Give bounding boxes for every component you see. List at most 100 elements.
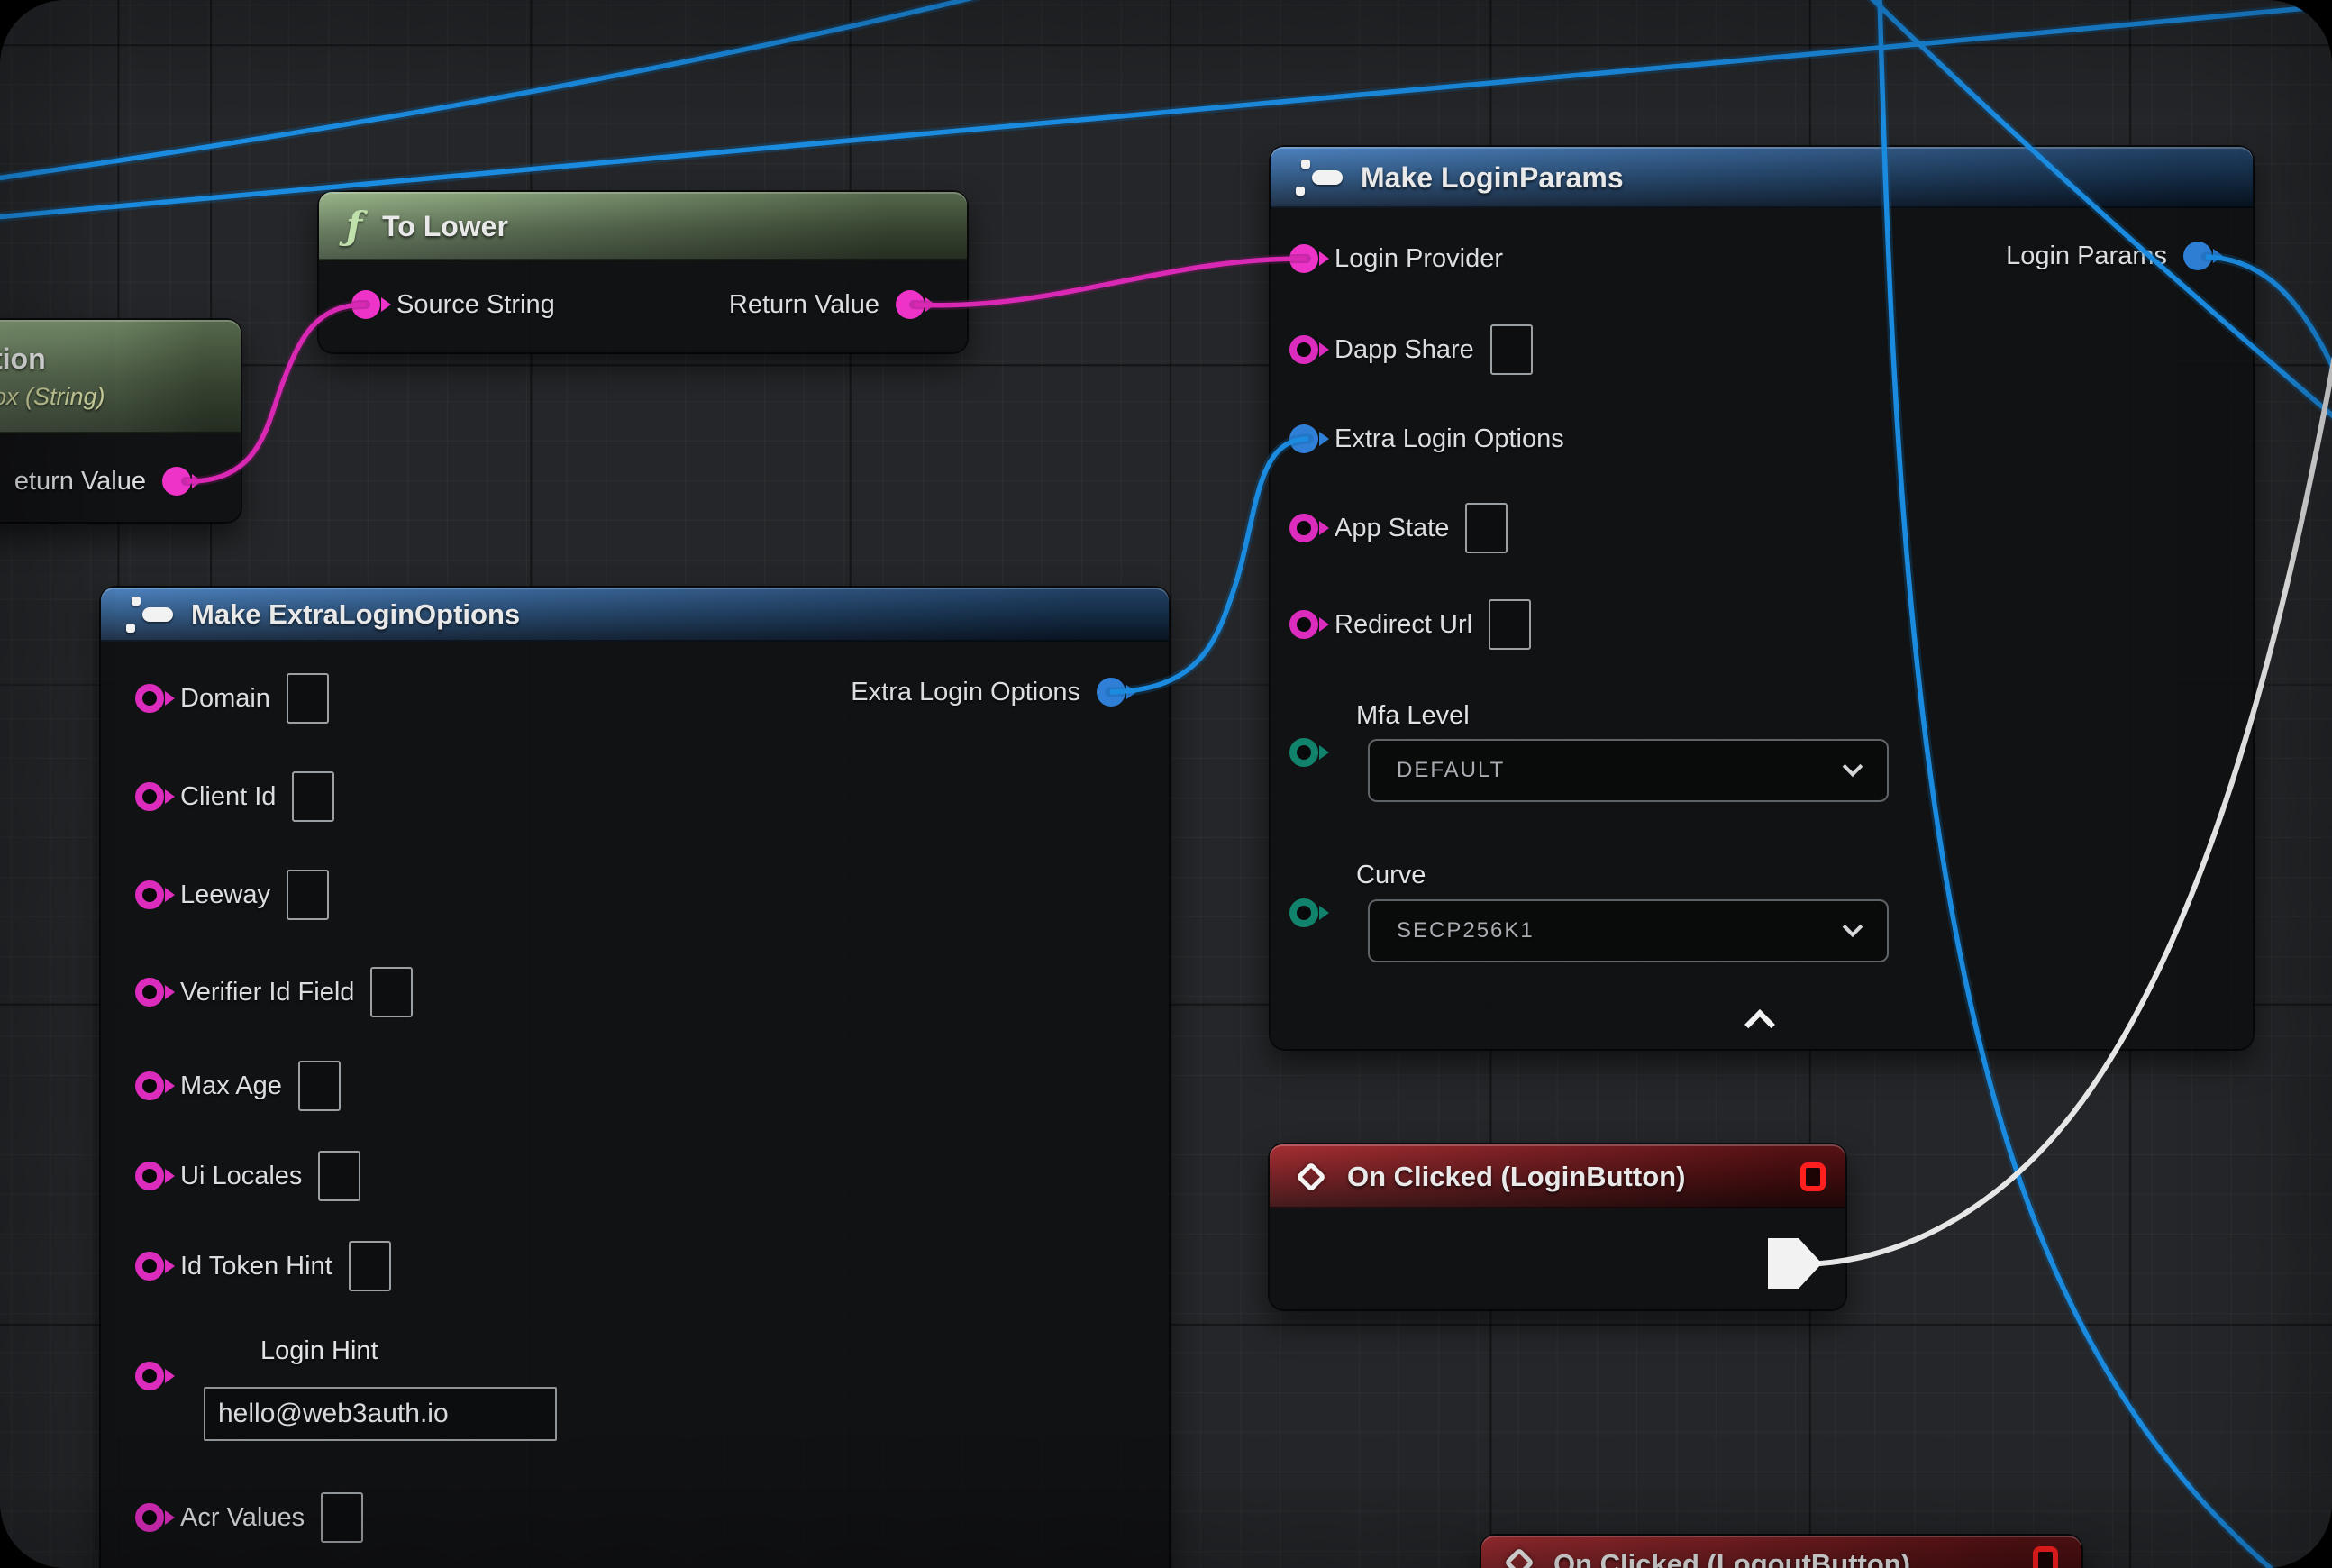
pin-row-ui-locales: Ui Locales [135, 1156, 360, 1196]
value-box-max-age[interactable] [298, 1061, 341, 1111]
value-box-leeway[interactable] [287, 870, 329, 920]
pin-label: Leeway [180, 880, 270, 910]
input-pin-leeway[interactable] [135, 880, 164, 909]
pin-label: Id Token Hint [180, 1252, 332, 1281]
node-extra-login-options-title: Make ExtraLoginOptions [191, 598, 520, 631]
node-callback-partial[interactable]: tion ox (String) eturn Value [0, 320, 241, 522]
login-hint-input[interactable] [204, 1387, 557, 1441]
input-pin-domain[interactable] [135, 684, 164, 713]
curve-dropdown[interactable]: SECP256K1 [1368, 899, 1889, 962]
node-to-lower-header[interactable]: ƒ To Lower [319, 192, 967, 260]
pin-row-app-state: App State [1289, 508, 1508, 548]
value-box-domain[interactable] [287, 673, 329, 724]
wire-blue-top-steep[interactable] [0, 0, 978, 178]
pin-row-id-token-hint: Id Token Hint [135, 1246, 391, 1286]
chevron-down-icon [1843, 756, 1863, 777]
curve-label: Curve [1356, 861, 1426, 890]
node-callback-header[interactable]: tion ox (String) [0, 320, 241, 433]
input-pin-verifier-id-field[interactable] [135, 978, 164, 1007]
pin-label: Source String [396, 290, 555, 320]
pin-row-client-id: Client Id [135, 777, 334, 816]
pin-row-extra-login-options-in: Extra Login Options [1289, 419, 1564, 459]
value-box-verifier-id-field[interactable] [370, 967, 413, 1017]
node-to-lower-title: To Lower [382, 210, 508, 243]
event-diamond-icon [1504, 1547, 1535, 1568]
blueprint-graph-canvas[interactable]: tion ox (String) eturn Value ƒ To Lower … [0, 0, 2332, 1568]
value-box-app-state[interactable] [1465, 503, 1508, 553]
pin-label: Login Params [2006, 242, 2167, 271]
pin-row-max-age: Max Age [135, 1066, 341, 1106]
pin-row-domain: Domain [135, 679, 329, 718]
input-pin-curve[interactable] [1289, 898, 1318, 927]
pin-row-redirect-url: Redirect Url [1289, 605, 1531, 644]
node-extra-login-options-header[interactable]: Make ExtraLoginOptions [101, 588, 1169, 642]
node-make-extra-login-options[interactable]: Make ExtraLoginOptions Extra Login Optio… [101, 588, 1169, 1568]
pin-row-source-string: Source String [351, 285, 555, 324]
input-pin-extra-login-options[interactable] [1289, 424, 1318, 453]
pin-label: Dapp Share [1335, 335, 1474, 365]
pin-row-return-value: Return Value [729, 285, 925, 324]
mfa-level-dropdown[interactable]: DEFAULT [1368, 739, 1889, 802]
pin-row-return-value-left: eturn Value [14, 461, 191, 501]
pin-row-verifier-id-field: Verifier Id Field [135, 972, 413, 1012]
pin-row-login-params-out: Login Params [2006, 236, 2212, 276]
input-pin-ui-locales[interactable] [135, 1162, 164, 1190]
chevron-down-icon [1843, 916, 1863, 937]
pin-label: eturn Value [14, 467, 146, 497]
make-struct-icon [124, 595, 175, 634]
pin-label: Extra Login Options [851, 678, 1080, 707]
input-pin-id-token-hint[interactable] [135, 1252, 164, 1281]
pin-label: Verifier Id Field [180, 978, 354, 1007]
node-callback-title: tion [0, 342, 46, 376]
value-box-dapp-share[interactable] [1490, 324, 1533, 375]
node-on-clicked-login-button[interactable]: On Clicked (LoginButton) [1270, 1144, 1845, 1309]
output-pin-login-params[interactable] [2183, 242, 2212, 270]
pin-label: App State [1335, 514, 1449, 543]
value-box-ui-locales[interactable] [318, 1151, 360, 1201]
input-pin-client-id[interactable] [135, 782, 164, 811]
pin-label: Redirect Url [1335, 610, 1472, 640]
input-pin-redirect-url[interactable] [1289, 610, 1318, 639]
value-box-id-token-hint[interactable] [349, 1241, 391, 1291]
input-pin-login-hint[interactable] [135, 1362, 164, 1390]
node-on-clicked-login-title: On Clicked (LoginButton) [1347, 1161, 1685, 1193]
input-pin-dapp-share[interactable] [1289, 335, 1318, 364]
pin-label: Acr Values [180, 1503, 305, 1533]
input-pin-max-age[interactable] [135, 1071, 164, 1100]
collapse-node-chevron-icon[interactable] [1744, 1009, 1775, 1040]
pin-row-acr-values: Acr Values [135, 1498, 363, 1537]
node-on-clicked-logout-title: On Clicked (LogoutButton) [1553, 1548, 1910, 1568]
node-login-params-header[interactable]: Make LoginParams [1271, 147, 2253, 208]
pin-label: Client Id [180, 782, 276, 812]
node-on-clicked-logout-button[interactable]: On Clicked (LogoutButton) [1481, 1536, 2081, 1568]
pure-function-icon: ƒ [346, 207, 362, 245]
node-make-login-params[interactable]: Make LoginParams Login Provider Login Pa… [1271, 147, 2253, 1049]
input-pin-source-string[interactable] [351, 290, 380, 319]
input-pin-acr-values[interactable] [135, 1503, 164, 1532]
pin-label: Return Value [729, 290, 879, 320]
output-pin-return-value[interactable] [896, 290, 925, 319]
event-diamond-icon [1296, 1162, 1326, 1192]
input-pin-mfa-level[interactable] [1289, 738, 1318, 767]
output-pin-extra-login-options[interactable] [1097, 678, 1125, 707]
pin-row-login-provider: Login Provider [1289, 239, 1503, 278]
pin-label: Login Provider [1335, 244, 1503, 274]
output-pin-string[interactable] [162, 467, 191, 496]
node-to-lower[interactable]: ƒ To Lower Source String Return Value [319, 192, 967, 352]
curve-value: SECP256K1 [1397, 918, 1535, 944]
node-on-clicked-logout-header[interactable]: On Clicked (LogoutButton) [1481, 1536, 2081, 1568]
value-box-client-id[interactable] [292, 771, 334, 822]
delegate-pin-icon[interactable] [2033, 1546, 2058, 1568]
pin-label: Max Age [180, 1071, 282, 1101]
wire-pink-return-to-provider[interactable] [914, 259, 1307, 305]
input-pin-app-state[interactable] [1289, 514, 1318, 542]
pin-label: Domain [180, 684, 270, 714]
node-on-clicked-login-header[interactable]: On Clicked (LoginButton) [1270, 1144, 1845, 1208]
value-box-redirect-url[interactable] [1489, 599, 1531, 650]
mfa-level-value: DEFAULT [1397, 758, 1505, 783]
value-box-acr-values[interactable] [321, 1492, 363, 1543]
mfa-level-label: Mfa Level [1356, 701, 1470, 731]
delegate-pin-icon[interactable] [1800, 1162, 1826, 1191]
pin-label: Extra Login Options [1335, 424, 1564, 454]
input-pin-login-provider[interactable] [1289, 244, 1318, 273]
